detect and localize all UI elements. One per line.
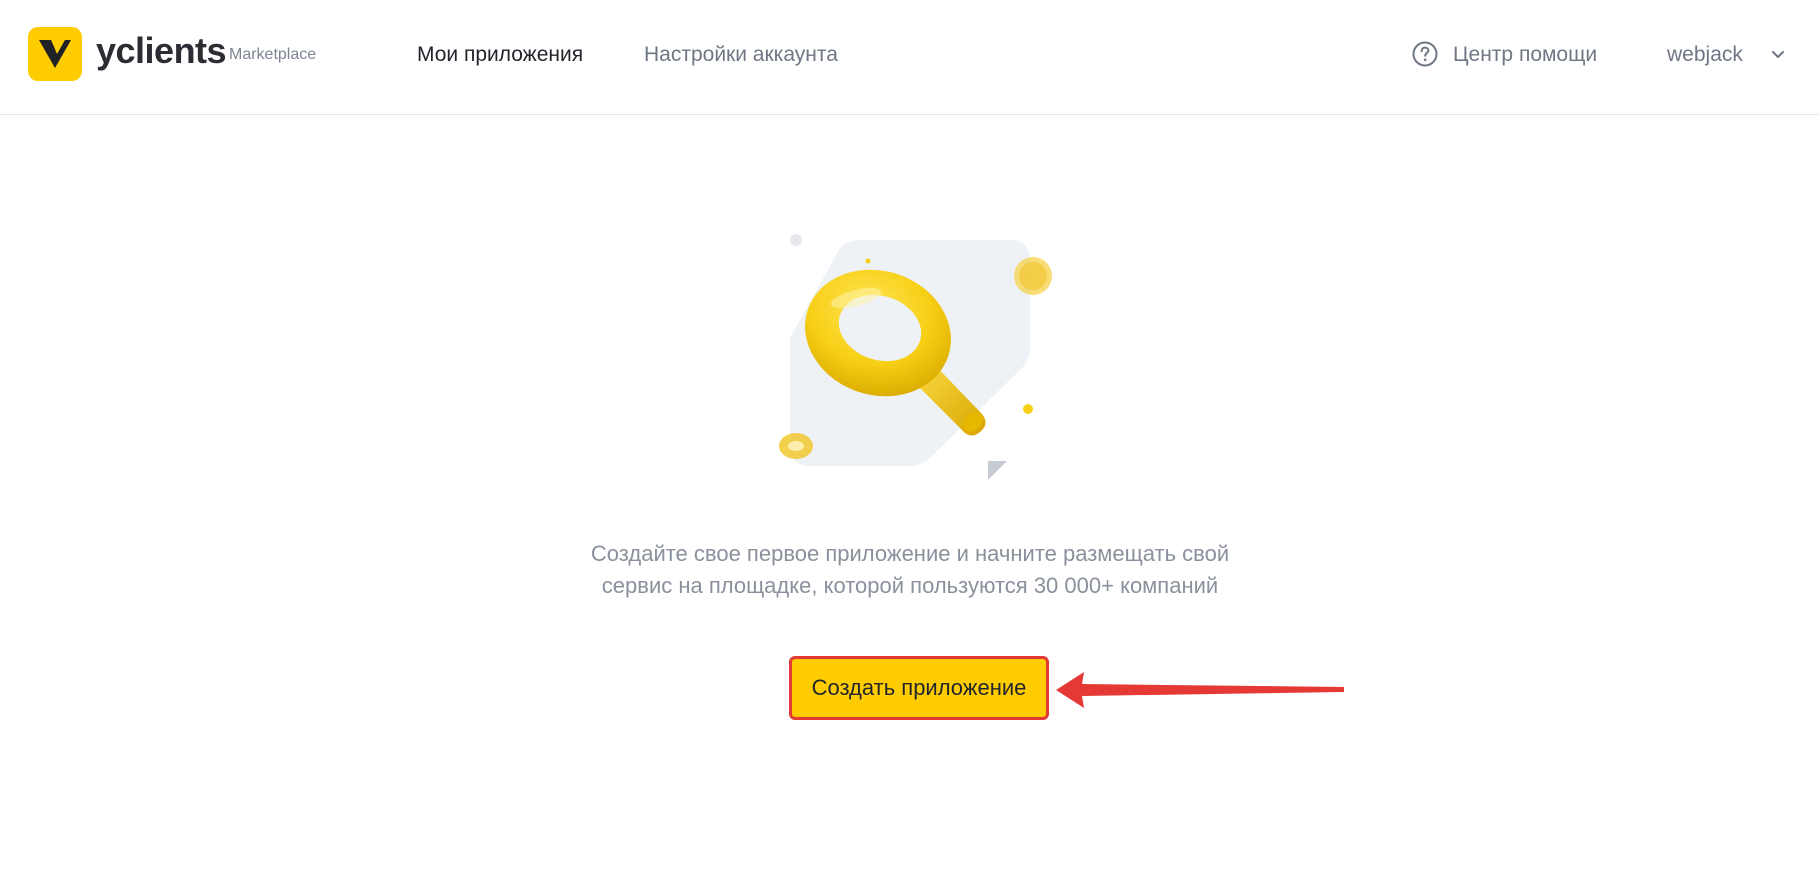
logo-icon[interactable] [28, 27, 82, 81]
nav-my-apps[interactable]: Мои приложения [417, 43, 583, 67]
empty-state-message: Создайте свое первое приложение и начнит… [560, 538, 1260, 602]
arrow-annotation [1056, 672, 1344, 708]
create-app-button[interactable]: Создать приложение [789, 656, 1049, 720]
empty-state-line-2: сервис на площадке, которой пользуются 3… [601, 573, 1219, 598]
user-menu[interactable]: webjack [1667, 43, 1743, 67]
brand-name[interactable]: yclients [96, 30, 227, 72]
help-center-link[interactable]: Центр помощи [1453, 43, 1597, 67]
brand-subtitle: Marketplace [229, 46, 317, 63]
chevron-down-icon[interactable] [1771, 50, 1785, 60]
empty-state-line-1: Создайте свое первое приложение и начнит… [590, 541, 1230, 566]
help-icon[interactable] [1412, 41, 1438, 67]
magnifier-illustration [779, 234, 1052, 480]
page: yclients Marketplace Мои приложения Наст… [0, 0, 1819, 883]
top-header: yclients Marketplace Мои приложения Наст… [0, 0, 1819, 115]
nav-account-settings[interactable]: Настройки аккаунта [644, 43, 838, 67]
